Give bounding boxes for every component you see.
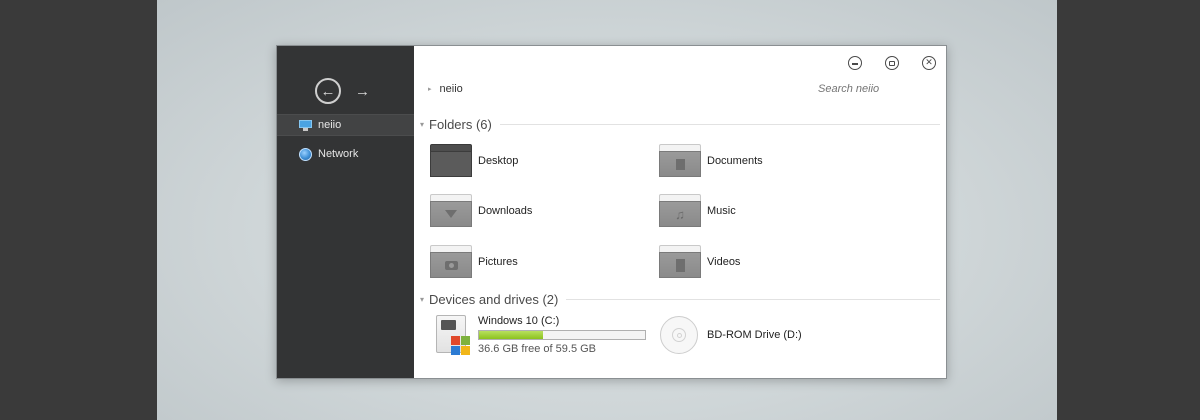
breadcrumb[interactable]: ▸ neiio <box>428 83 463 95</box>
folder-music[interactable]: ♫ Music <box>659 194 736 227</box>
drive-free-space: 36.6 GB free of 59.5 GB <box>478 343 597 355</box>
section-divider <box>499 124 940 125</box>
close-button[interactable]: ✕ <box>922 56 936 70</box>
breadcrumb-arrow-icon: ▸ <box>428 86 432 93</box>
sidebar-item-label: Network <box>318 148 359 160</box>
minimize-button[interactable] <box>848 56 862 70</box>
drive-name: BD-ROM Drive (D:) <box>707 329 802 341</box>
folder-label: Documents <box>707 154 763 167</box>
minimize-icon <box>852 63 858 65</box>
hard-drive-icon <box>436 315 470 355</box>
collapse-triangle-icon: ▾ <box>420 295 425 304</box>
devices-section-header[interactable]: ▾ Devices and drives (2) <box>420 292 940 307</box>
folders-section-header[interactable]: ▾ Folders (6) <box>420 117 940 132</box>
breadcrumb-path: neiio <box>439 83 463 95</box>
drive-info: Windows 10 (C:) 36.6 GB free of 59.5 GB <box>478 315 646 355</box>
drive-name: Windows 10 (C:) <box>478 315 560 327</box>
disc-drive-icon <box>660 316 698 354</box>
folder-label: Desktop <box>478 154 519 167</box>
drive-windows-c[interactable]: Windows 10 (C:) 36.6 GB free of 59.5 GB <box>436 315 646 355</box>
drive-bd-rom-d[interactable]: BD-ROM Drive (D:) <box>660 316 802 354</box>
folder-label: Downloads <box>478 204 533 217</box>
downloads-folder-icon <box>430 194 472 227</box>
maximize-button[interactable] <box>885 56 899 70</box>
main-pane: ✕ ▸ neiio ▾ Folders (6) Desktop Document… <box>414 46 946 378</box>
nav-buttons: ← → <box>315 78 370 104</box>
music-folder-icon: ♫ <box>659 194 701 227</box>
folder-documents[interactable]: Documents <box>659 144 763 177</box>
folder-downloads[interactable]: Downloads <box>430 194 532 227</box>
back-button[interactable]: ← <box>315 78 341 104</box>
documents-folder-icon <box>659 144 701 177</box>
maximize-icon <box>889 60 895 66</box>
folder-pictures[interactable]: Pictures <box>430 245 518 278</box>
sidebar-item-label: neiio <box>318 119 342 131</box>
drive-usage-fill <box>479 331 543 339</box>
folder-label: Music <box>707 204 736 217</box>
sidebar-item-network[interactable]: Network <box>277 143 414 165</box>
file-explorer-window: ← → neiio Network ✕ ▸ neiio ▾ Folders <box>276 45 947 379</box>
section-title: Devices and drives (2) <box>429 292 559 307</box>
section-title: Folders (6) <box>429 117 492 132</box>
back-arrow-icon: ← <box>320 82 336 100</box>
pictures-folder-icon <box>430 245 472 278</box>
search-input[interactable] <box>818 83 938 95</box>
folder-label: Videos <box>707 255 741 268</box>
window-controls: ✕ <box>848 56 936 70</box>
folder-videos[interactable]: Videos <box>659 245 740 278</box>
drive-usage-bar <box>478 330 646 340</box>
videos-folder-icon <box>659 245 701 278</box>
section-divider <box>566 299 940 300</box>
sidebar: ← → neiio Network <box>277 46 414 378</box>
sidebar-item-neiio[interactable]: neiio <box>277 114 414 136</box>
folder-desktop[interactable]: Desktop <box>430 144 518 177</box>
computer-icon <box>299 119 312 131</box>
network-globe-icon <box>299 147 312 161</box>
collapse-triangle-icon: ▾ <box>420 120 425 129</box>
folder-label: Pictures <box>478 255 518 268</box>
desktop-folder-icon <box>430 144 472 177</box>
forward-arrow-icon: → <box>355 82 370 100</box>
forward-button[interactable]: → <box>355 83 370 100</box>
close-icon: ✕ <box>925 57 933 68</box>
